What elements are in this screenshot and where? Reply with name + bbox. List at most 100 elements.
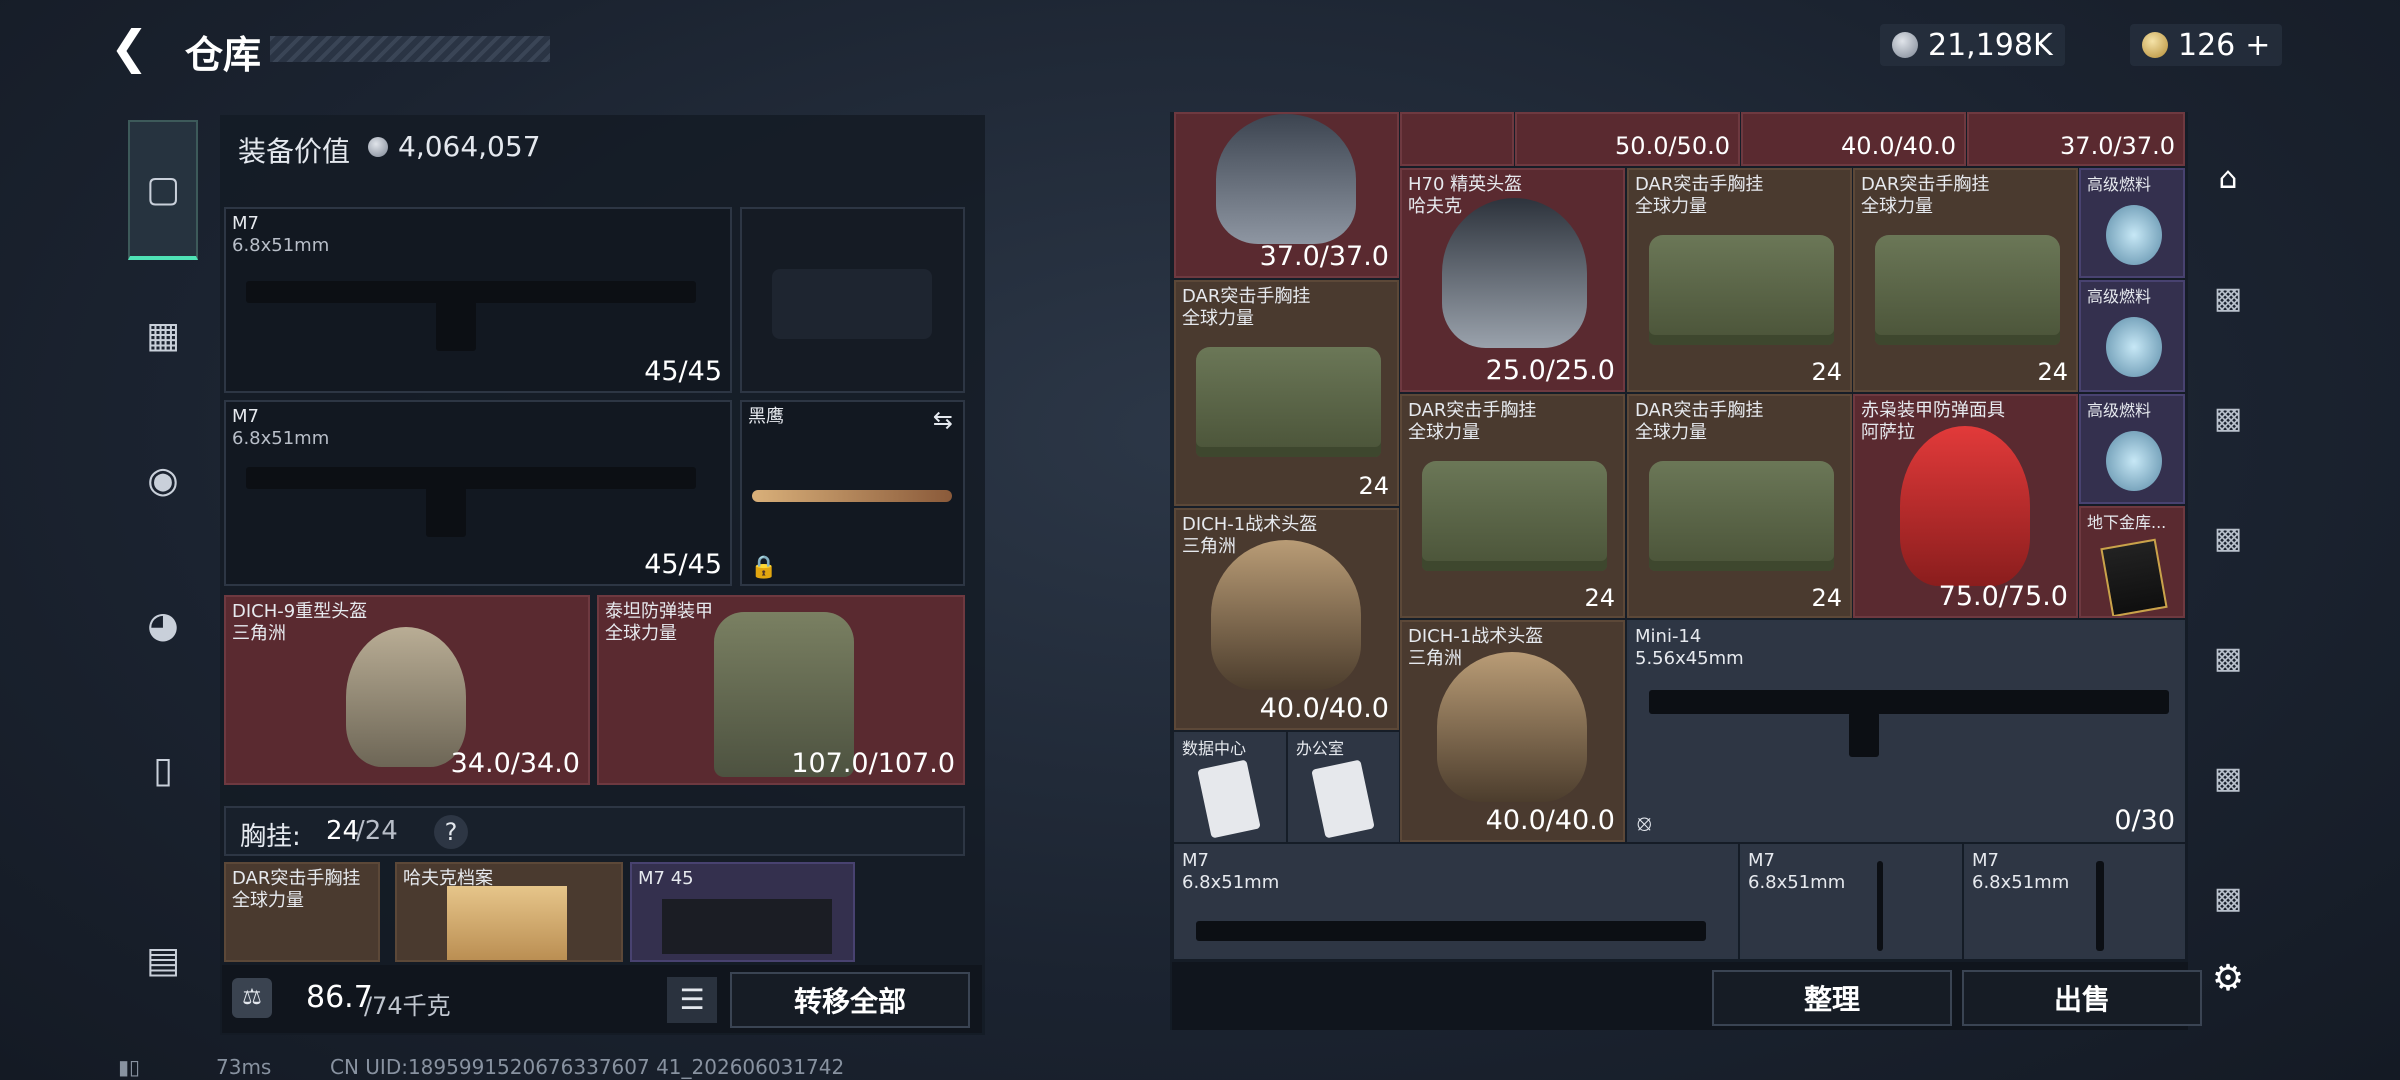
back-button[interactable]: ❮ <box>110 22 170 72</box>
item-name: 办公室 <box>1296 739 1345 758</box>
stash-item-key[interactable]: 办公室 <box>1288 732 1399 842</box>
magazine-image <box>662 899 832 954</box>
stash-item-rig[interactable]: DAR突击手胸挂 全球力量 24 <box>1174 280 1399 506</box>
gold-coin-icon <box>2142 32 2168 58</box>
tab-container[interactable]: ▯ <box>128 735 198 805</box>
fuel-can-image <box>2106 431 2162 491</box>
armor-slot[interactable]: 泰坦防弹装甲 全球力量 107.0/107.0 <box>597 595 965 785</box>
stash-item[interactable]: 37.0/37.0 <box>1967 112 2185 166</box>
help-icon[interactable]: ? <box>434 815 468 849</box>
stash-item-dich1[interactable]: DICH-1战术头盔 三角洲 40.0/40.0 <box>1400 620 1625 842</box>
settings-gear-icon[interactable]: ⚙ <box>2200 950 2256 1006</box>
rig-used: 24 <box>326 816 360 846</box>
add-currency-icon[interactable]: + <box>2245 28 2270 63</box>
sell-button[interactable]: 出售 <box>1962 970 2202 1026</box>
item-caliber: 6.8x51mm <box>1748 872 1846 893</box>
stash-item-rig[interactable]: DAR突击手胸挂 全球力量 24 <box>1627 168 1852 392</box>
item-caliber: 5.56x45mm <box>1635 648 1744 669</box>
tab-armor[interactable]: ◉ <box>128 445 198 515</box>
stash-tab-4c[interactable]: ▩ <box>2200 870 2256 926</box>
stash-item-dich1[interactable]: DICH-1战术头盔 三角洲 40.0/40.0 <box>1174 508 1399 730</box>
swap-icon[interactable]: ⇆ <box>933 406 953 434</box>
rig-item[interactable]: M7 45 <box>630 862 855 962</box>
stash-item-rig[interactable]: DAR突击手胸挂 全球力量 24 <box>1853 168 2078 392</box>
fuel-can-image <box>2106 205 2162 265</box>
stash-item[interactable] <box>1400 112 1514 166</box>
sort-button[interactable]: 整理 <box>1712 970 1952 1026</box>
silver-amount: 21,198K <box>1928 27 2053 63</box>
stash-tab-4b[interactable]: ▩ <box>2200 630 2256 686</box>
stash-item-m7[interactable]: M7 6.8x51mm <box>1740 844 1962 959</box>
rifle-image <box>246 467 696 489</box>
transfer-all-button[interactable]: 转移全部 <box>730 972 970 1028</box>
item-name: 数据中心 <box>1182 739 1247 758</box>
item-durability: 75.0/75.0 <box>1938 581 2068 612</box>
item-caliber: 6.8x51mm <box>1182 872 1280 893</box>
stash-item[interactable]: 50.0/50.0 <box>1515 112 1740 166</box>
item-durability: 37.0/37.0 <box>1259 241 1389 272</box>
stash-item-rig[interactable]: DAR突击手胸挂 全球力量 24 <box>1627 394 1852 618</box>
weapon-ammo: 45/45 <box>644 356 722 387</box>
stash-item-m7[interactable]: M7 6.8x51mm <box>1964 844 2185 959</box>
item-name: H70 精英头盔 <box>1408 174 1523 195</box>
item-durability: 25.0/25.0 <box>1485 355 1615 386</box>
weight-icon: ⚖ <box>232 978 272 1018</box>
stash-home-icon[interactable]: ⌂ <box>2200 150 2256 206</box>
stash-tab-5[interactable]: ▩ <box>2200 390 2256 446</box>
stash-tab-2[interactable]: ▩ <box>2200 750 2256 806</box>
helmet-durability: 34.0/34.0 <box>450 748 580 779</box>
stash-item-card[interactable]: 地下金库... <box>2079 506 2185 618</box>
tab-backpack[interactable]: ◕ <box>128 590 198 660</box>
tab-weapons[interactable]: ▢ <box>128 120 198 260</box>
item-name: DAR突击手胸挂 <box>1182 286 1311 307</box>
rifle-grip <box>436 301 476 351</box>
tab-case[interactable]: ▤ <box>128 925 198 995</box>
item-name: 高级燃料 <box>2087 175 2152 194</box>
stash-item[interactable]: 40.0/40.0 <box>1741 112 1966 166</box>
stash-item-key[interactable]: 数据中心 <box>1174 732 1286 842</box>
item-durability: 50.0/50.0 <box>1615 132 1730 160</box>
list-view-icon[interactable]: ☰ <box>667 977 717 1023</box>
stash-item-fuel[interactable]: 高级燃料 <box>2079 280 2185 392</box>
weapon-name: M7 <box>232 213 259 234</box>
stash-item-fuel[interactable]: 高级燃料 <box>2079 168 2185 278</box>
item-sub: 全球力量 <box>1861 196 1933 217</box>
stash-item-helmet[interactable]: 37.0/37.0 <box>1174 112 1399 278</box>
melee-slot[interactable]: 黑鹰 ⇆ 🔒 <box>740 400 965 586</box>
backpack-icon: ◕ <box>147 604 179 646</box>
stash-item-rig[interactable]: DAR突击手胸挂 全球力量 24 <box>1400 394 1625 618</box>
title-decoration <box>270 36 550 62</box>
stash-item-h70[interactable]: H70 精英头盔 哈夫克 25.0/25.0 <box>1400 168 1625 392</box>
stash-item-fuel[interactable]: 高级燃料 <box>2079 394 2185 504</box>
rig-image <box>1649 461 1834 571</box>
stash-tab-3[interactable]: ▩ <box>2200 510 2256 566</box>
page-title: 仓库 <box>185 33 262 77</box>
primary-weapon-slot[interactable]: M7 6.8x51mm 45/45 <box>224 207 732 393</box>
item-sub: 阿萨拉 <box>1861 422 1915 443</box>
equip-value-label: 装备价值 <box>238 135 351 168</box>
pistol-slot-empty[interactable] <box>740 207 965 393</box>
rig-item[interactable]: 哈夫克档案 <box>395 862 623 962</box>
item-count: 24 <box>1811 358 1842 386</box>
rig-item[interactable]: DAR突击手胸挂 全球力量 <box>224 862 380 962</box>
helmet-image <box>1211 540 1361 690</box>
stash-item-mini14[interactable]: Mini-14 5.56x45mm ⦻ 0/30 <box>1627 620 2185 842</box>
rig-item-name: DAR突击手胸挂 <box>232 868 361 889</box>
tab-rigs[interactable]: ▦ <box>128 300 198 370</box>
pistol-icon: ▢ <box>145 168 180 210</box>
stash-tab-4[interactable]: ▩ <box>2200 270 2256 326</box>
key-image <box>1197 759 1261 839</box>
armor-icon: ◉ <box>147 459 179 501</box>
secondary-weapon-slot[interactable]: M7 6.8x51mm 45/45 <box>224 400 732 586</box>
stash-item-m7[interactable]: M7 6.8x51mm <box>1174 844 1738 959</box>
stash-item-red-mask[interactable]: 赤枭装甲防弹面具 阿萨拉 75.0/75.0 <box>1853 394 2078 618</box>
rifle-image <box>1649 690 2169 714</box>
value-coin-icon <box>368 137 388 157</box>
item-name: DAR突击手胸挂 <box>1861 174 1990 195</box>
gold-currency[interactable]: 126 + <box>2130 24 2283 66</box>
item-count: 24 <box>1358 472 1389 500</box>
helmet-slot[interactable]: DICH-9重型头盔 三角洲 34.0/34.0 <box>224 595 590 785</box>
item-count: 24 <box>1811 584 1842 612</box>
no-ammo-icon: ⦻ <box>1637 811 1652 836</box>
rifle-image <box>1877 861 1883 951</box>
